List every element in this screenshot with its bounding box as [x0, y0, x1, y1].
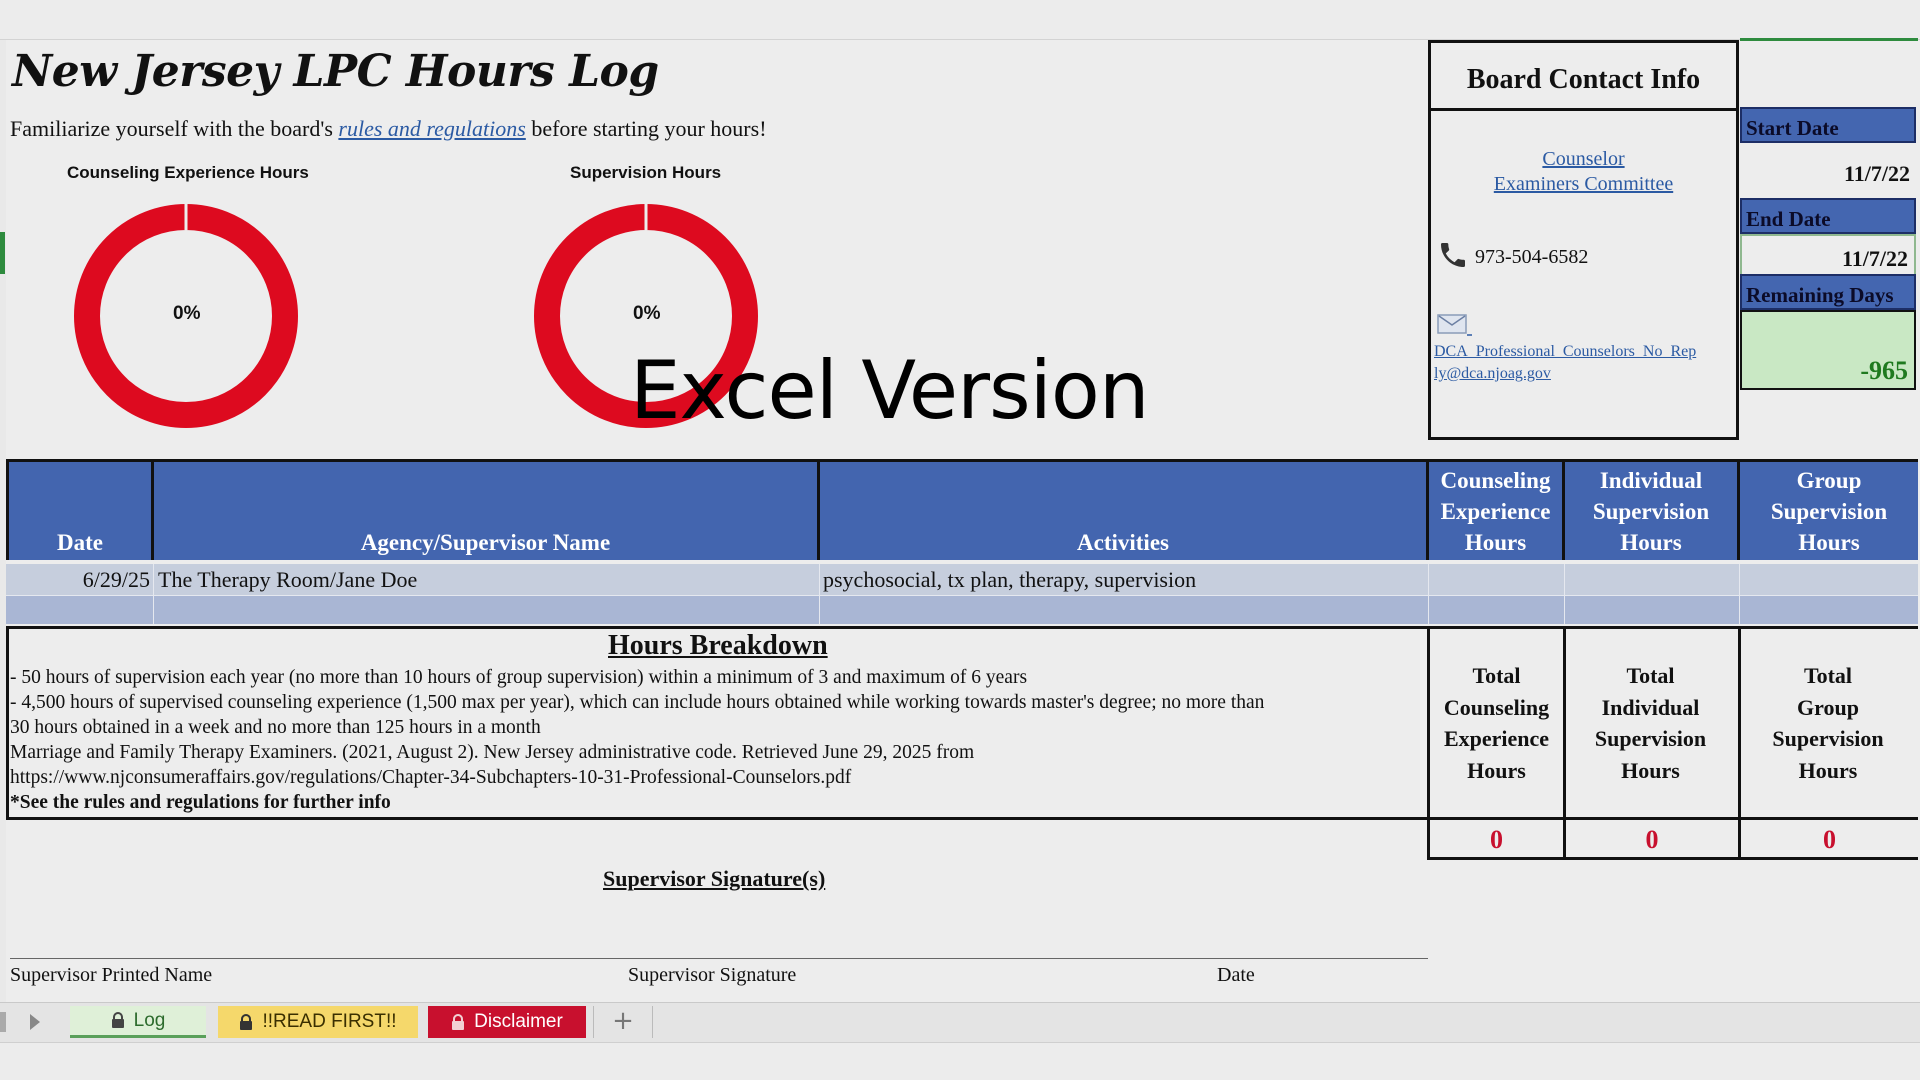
total-individual-label: Total Individual Supervision Hours	[1563, 626, 1741, 820]
total-individual-value: 0	[1566, 820, 1741, 860]
row-agency[interactable]: The Therapy Room/Jane Doe	[158, 564, 417, 596]
selected-row-marker	[0, 232, 5, 274]
tab-disclaimer[interactable]: Disclaimer	[428, 1006, 586, 1038]
remaining-days-label: Remaining Days	[1740, 274, 1916, 310]
tab-scroll-left-icon[interactable]	[0, 1012, 6, 1032]
tab-separator	[652, 1006, 653, 1038]
plus-icon[interactable]: +	[610, 1005, 636, 1037]
start-date-label: Start Date	[1740, 107, 1916, 143]
header-activities: Activities	[820, 462, 1429, 560]
breakdown-line: 30 hours obtained in a week and no more …	[10, 717, 541, 738]
email-link-line1[interactable]: DCA_Professional_Counselors_No_Rep	[1434, 341, 1739, 363]
breakdown-line: - 50 hours of supervision each year (no …	[10, 667, 1028, 688]
page-title: New Jersey LPC Hours Log	[12, 46, 659, 97]
lock-icon	[452, 1013, 465, 1030]
row-activities[interactable]: psychosocial, tx plan, therapy, supervis…	[823, 564, 1196, 596]
phone-icon	[1441, 243, 1465, 267]
supervisor-printed-name-label: Supervisor Printed Name	[10, 964, 213, 986]
total-group-value: 0	[1741, 820, 1918, 860]
column-divider	[819, 564, 820, 624]
header-counseling-hours: Counseling Experience Hours	[1429, 462, 1565, 560]
supervisor-signature-title: Supervisor Signature(s)	[603, 866, 826, 891]
email-icon[interactable]	[1437, 313, 1473, 337]
counseling-donut-percent: 0%	[173, 303, 201, 324]
hours-breakdown-title: Hours Breakdown	[608, 630, 828, 661]
dates-panel-top-border	[1740, 38, 1918, 41]
header-agency: Agency/Supervisor Name	[154, 462, 820, 560]
lock-icon	[240, 1013, 253, 1030]
excel-version-watermark: Excel Version	[630, 344, 1150, 437]
phone-number: 973-504-6582	[1475, 246, 1589, 268]
signature-line	[10, 958, 1428, 959]
end-date-label: End Date	[1740, 198, 1916, 234]
column-divider	[1428, 564, 1429, 624]
breakdown-line: Marriage and Family Therapy Examiners. (…	[10, 742, 975, 763]
committee-link-line2[interactable]: Examiners Committee	[1431, 172, 1736, 197]
email-link[interactable]: DCA_Professional_Counselors_No_Rep ly@dc…	[1434, 341, 1739, 385]
supervisor-signature-label: Supervisor Signature	[628, 964, 797, 986]
top-toolbar-strip	[0, 0, 1920, 40]
column-divider	[1564, 564, 1565, 624]
tab-read-first-label[interactable]: !!READ FIRST!!	[262, 1011, 396, 1033]
total-group-label: Total Group Supervision Hours	[1738, 626, 1918, 820]
breakdown-line: - 4,500 hours of supervised counseling e…	[10, 692, 1265, 713]
board-contact-heading: Board Contact Info	[1431, 43, 1736, 111]
rules-regulations-link[interactable]: rules and regulations	[338, 116, 525, 141]
column-divider	[1739, 564, 1740, 624]
tab-disclaimer-label[interactable]: Disclaimer	[474, 1011, 563, 1033]
start-date-value[interactable]: 11/7/22	[1740, 143, 1916, 195]
supervision-donut-percent: 0%	[633, 303, 661, 324]
supervision-donut-label: Supervision Hours	[570, 163, 722, 182]
email-link-line2[interactable]: ly@dca.njoag.gov	[1434, 363, 1739, 385]
remaining-days-value: -965	[1740, 310, 1916, 390]
column-divider	[153, 564, 154, 624]
lock-icon	[111, 1012, 124, 1028]
committee-link-line1[interactable]: Counselor	[1431, 147, 1736, 172]
tab-scroll-right-icon[interactable]	[28, 1013, 42, 1031]
breakdown-note: *See the rules and regulations for furth…	[10, 792, 391, 813]
tab-log[interactable]: Log	[70, 1006, 206, 1038]
header-individual-hours: Individual Supervision Hours	[1565, 462, 1740, 560]
status-bar	[0, 1042, 1920, 1080]
header-group-hours: Group Supervision Hours	[1740, 462, 1918, 560]
tab-log-label[interactable]: Log	[134, 1010, 166, 1032]
tab-read-first[interactable]: !!READ FIRST!!	[218, 1006, 418, 1038]
subtitle: Familiarize yourself with the board's ru…	[10, 116, 767, 142]
row-divider	[6, 595, 1918, 596]
row-date[interactable]: 6/29/25	[6, 564, 150, 596]
table-row-empty[interactable]	[6, 596, 1918, 624]
total-counseling-label: Total Counseling Experience Hours	[1427, 626, 1566, 820]
subtitle-text-before: Familiarize yourself with the board's	[10, 116, 339, 141]
counseling-donut-label: Counseling Experience Hours	[67, 163, 309, 182]
tab-separator	[593, 1006, 594, 1038]
committee-link[interactable]: Counselor Examiners Committee	[1431, 147, 1736, 197]
breakdown-url: https://www.njconsumeraffairs.gov/regula…	[10, 767, 852, 788]
end-date-value[interactable]: 11/7/22	[1740, 234, 1916, 276]
board-contact-box: Board Contact Info Counselor Examiners C…	[1428, 40, 1739, 440]
subtitle-text-after: before starting your hours!	[525, 116, 767, 141]
total-counseling-value: 0	[1427, 820, 1566, 860]
signature-date-label: Date	[1217, 964, 1255, 986]
header-date: Date	[6, 462, 154, 560]
